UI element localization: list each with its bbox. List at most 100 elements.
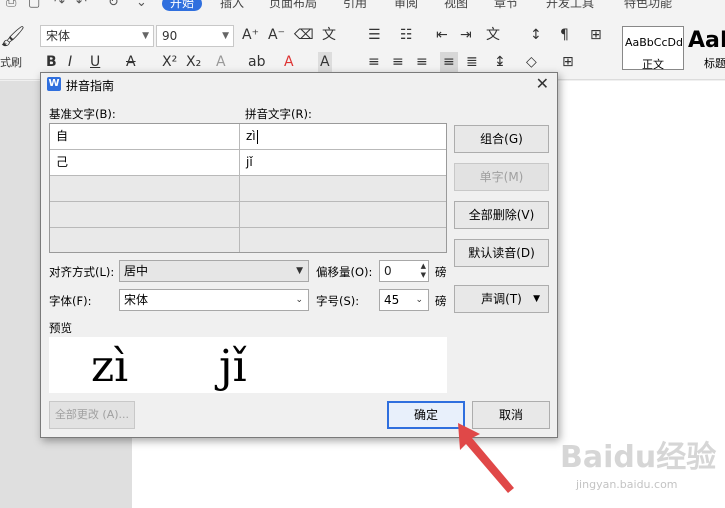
style-normal-name: 正文 xyxy=(642,58,664,71)
preview-pinyin-2: jǐ xyxy=(219,341,247,392)
tab-chapter[interactable]: 章节 xyxy=(494,0,518,10)
chevron-down-icon: ⌄ xyxy=(295,295,303,305)
line-spacing-icon[interactable]: ↨ xyxy=(494,52,506,72)
bold-icon[interactable]: B xyxy=(46,52,57,72)
group-button[interactable]: 组合(G) xyxy=(454,125,549,153)
underline-icon[interactable]: U xyxy=(90,52,100,72)
undo-icon[interactable]: ↶ xyxy=(76,0,87,10)
table-row xyxy=(50,228,446,252)
table-row: 己 jǐ xyxy=(50,150,446,176)
decrease-indent-icon[interactable]: ⇤ xyxy=(436,25,448,45)
table-row xyxy=(50,202,446,228)
format-painter-icon[interactable]: 🖌 xyxy=(0,26,25,46)
size-unit: 磅 xyxy=(435,294,447,308)
redo-icon-2[interactable]: ↻ xyxy=(108,0,119,10)
font-color-icon[interactable]: A xyxy=(284,52,294,72)
base-text-cell xyxy=(50,228,240,252)
text-caret xyxy=(256,129,258,144)
pinyin-text-cell[interactable]: jǐ xyxy=(240,150,446,175)
spin-down-icon[interactable]: ▼ xyxy=(421,271,426,280)
char-shading-icon[interactable]: A xyxy=(318,52,332,72)
text-effect-icon[interactable]: A xyxy=(216,52,226,72)
tab-developer[interactable]: 开发工具 xyxy=(546,0,594,10)
ribbon-toolbar: ⎙ ▢ ↷ ↶ ↻ ⌄ 开始 插入 页面布局 引用 审阅 视图 章节 开发工具 … xyxy=(0,0,725,80)
increase-indent-icon[interactable]: ⇥ xyxy=(460,25,472,45)
tab-insert[interactable]: 插入 xyxy=(220,0,244,10)
wps-writer-icon: W xyxy=(47,77,61,91)
distribute-icon[interactable]: ≣ xyxy=(466,52,478,72)
style-heading[interactable]: AaB 标题 xyxy=(686,26,725,70)
watermark-main: Baidu经验 xyxy=(560,440,717,475)
dialog-title: 拼音指南 xyxy=(66,79,115,93)
spin-up-icon[interactable]: ▲ xyxy=(421,262,426,271)
size-label: 字号(S): xyxy=(316,294,360,308)
table-row xyxy=(50,176,446,202)
align-center-icon[interactable]: ≡ xyxy=(392,52,404,72)
style-normal-sample: AaBbCcDd xyxy=(625,36,683,49)
pinyin-text-cell xyxy=(240,176,446,201)
pinyin-guide-icon[interactable]: 文 xyxy=(322,25,336,45)
tab-home[interactable]: 开始 xyxy=(162,0,203,11)
font-size-combo[interactable]: 90 ▼ xyxy=(156,25,234,47)
bullet-list-icon[interactable]: ☰ xyxy=(368,25,381,45)
highlight-icon[interactable]: ab xyxy=(248,52,265,72)
print-icon[interactable]: ⎙ xyxy=(6,0,16,10)
offset-label: 偏移量(O): xyxy=(316,265,373,279)
strikethrough-icon[interactable]: A xyxy=(126,52,136,72)
preview-icon[interactable]: ▢ xyxy=(28,0,40,10)
table-icon[interactable]: ⊞ xyxy=(590,25,602,45)
font-name-value: 宋体 xyxy=(46,29,71,43)
base-text-cell[interactable]: 自 xyxy=(50,124,240,149)
shading-icon[interactable]: ◇ xyxy=(526,52,537,72)
offset-spinner[interactable]: 0 ▲ ▼ xyxy=(379,260,429,282)
offset-unit: 磅 xyxy=(435,265,447,279)
caret-down-icon: ▼ xyxy=(296,266,303,276)
number-list-icon[interactable]: ☷ xyxy=(400,25,413,45)
style-normal[interactable]: AaBbCcDd 正文 xyxy=(622,26,684,71)
align-right-icon[interactable]: ≡ xyxy=(416,52,428,72)
align-left-icon[interactable]: ≡ xyxy=(368,52,380,72)
tab-references[interactable]: 引用 xyxy=(343,0,367,10)
font-name-combo[interactable]: 宋体 ▼ xyxy=(40,25,154,47)
tab-special[interactable]: 特色功能 xyxy=(624,0,672,10)
redo-icon[interactable]: ↷ xyxy=(54,0,65,10)
tab-review[interactable]: 审阅 xyxy=(394,0,418,10)
tone-button-label: 声调(T) xyxy=(481,292,522,306)
format-painter-label[interactable]: 式刷 xyxy=(0,56,22,70)
sort-icon[interactable]: ↕ xyxy=(530,25,542,45)
dialog-titlebar: W 拼音指南 ✕ xyxy=(41,73,557,97)
tone-button[interactable]: 声调(T) ▼ xyxy=(454,285,549,313)
base-text-label: 基准文字(B): xyxy=(49,107,116,121)
chinese-layout-icon[interactable]: 文 xyxy=(486,25,500,45)
base-text-cell[interactable]: 己 xyxy=(50,150,240,175)
border-icon[interactable]: ⊞ xyxy=(562,52,574,72)
clear-all-button[interactable]: 全部删除(V) xyxy=(454,201,549,229)
single-char-button[interactable]: 单字(M) xyxy=(454,163,549,191)
clear-format-icon[interactable]: ⌫ xyxy=(294,25,314,45)
show-marks-icon[interactable]: ¶ xyxy=(560,25,569,45)
superscript-icon[interactable]: X² xyxy=(162,52,177,72)
size-select[interactable]: 45 ⌄ xyxy=(379,289,429,311)
align-select[interactable]: 居中 ▼ xyxy=(119,260,309,282)
change-all-button[interactable]: 全部更改 (A)... xyxy=(49,401,135,429)
pinyin-text-cell[interactable]: zì xyxy=(240,124,446,149)
font-label: 字体(F): xyxy=(49,294,92,308)
tab-view[interactable]: 视图 xyxy=(444,0,468,10)
font-select[interactable]: 宋体 ⌄ xyxy=(119,289,309,311)
pinyin-table: 自 zì 己 jǐ xyxy=(49,123,447,253)
arrow-shape xyxy=(458,423,514,493)
baidu-watermark: Baidu经验 jingyan.baidu.com xyxy=(560,440,720,500)
shrink-font-icon[interactable]: A⁻ xyxy=(268,25,285,45)
red-arrow-icon xyxy=(458,423,514,493)
subscript-icon[interactable]: X₂ xyxy=(186,52,201,72)
base-text-cell xyxy=(50,176,240,201)
quick-access-dropdown-icon[interactable]: ⌄ xyxy=(136,0,147,10)
tab-page-layout[interactable]: 页面布局 xyxy=(269,0,317,10)
default-reading-button[interactable]: 默认读音(D) xyxy=(454,239,549,267)
close-icon[interactable]: ✕ xyxy=(536,74,549,94)
watermark-url: jingyan.baidu.com xyxy=(576,478,678,491)
justify-icon[interactable]: ≡ xyxy=(440,52,458,72)
grow-font-icon[interactable]: A⁺ xyxy=(242,25,259,45)
italic-icon[interactable]: I xyxy=(68,52,72,72)
pinyin-text-label: 拼音文字(R): xyxy=(245,107,312,121)
